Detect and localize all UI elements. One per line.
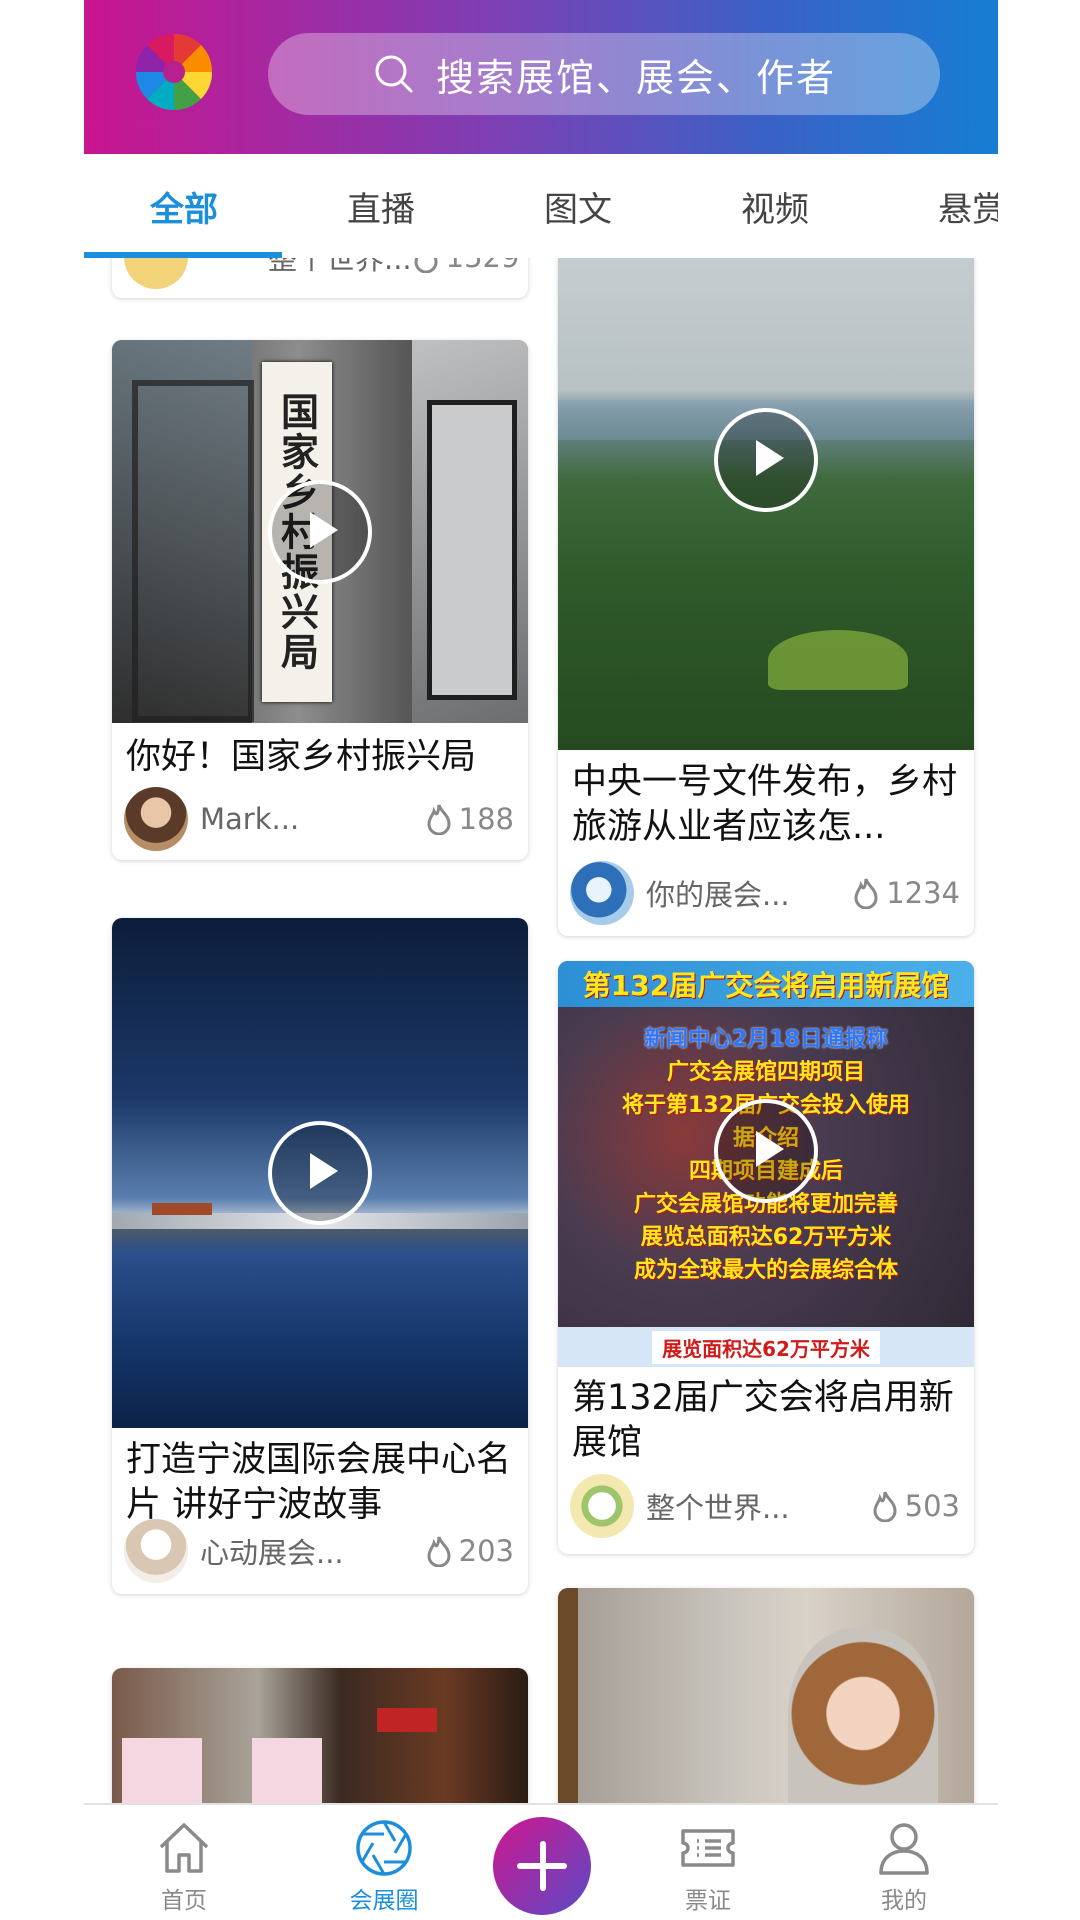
flame-icon [873,1491,897,1522]
author-name: 整个世界... [268,258,412,276]
search-icon [375,55,413,93]
feed-card[interactable]: 国家乡村振兴局 你好！国家乡村振兴局 Mark... 188 [112,340,528,860]
feed-card[interactable]: 第132届广交会将启用新展馆 新闻中心2月18日通报称 广交会展馆四期项目 将于… [558,961,974,1554]
play-icon[interactable] [714,408,818,512]
right-margin [998,0,1080,1920]
search-bar[interactable]: 搜索展馆、展会、作者 [268,33,940,115]
flame-icon [854,878,878,909]
author-name: 整个世界... [646,1491,790,1525]
hot-count: 503 [871,1489,960,1523]
author-avatar [124,787,188,851]
author-avatar [570,1474,634,1538]
user-icon [879,1823,929,1875]
card-title: 中央一号文件发布，乡村旅游从业者应该怎... [572,762,958,847]
card-title: 第132届广交会将启用新展馆 [572,1378,954,1463]
pinwheel-logo[interactable] [132,30,216,114]
flame-icon [414,258,438,273]
author-avatar [124,258,188,289]
hot-count: 1234 [852,876,960,910]
author-avatar [124,1519,188,1583]
play-icon[interactable] [714,1099,818,1203]
feed-card-partial[interactable]: 整个世界... 1529 [112,258,528,298]
nav-exhibition-circle[interactable]: 会展圈 [324,1817,444,1915]
author-name: Mark... [200,802,300,836]
feed-grid: 整个世界... 1529 国家乡村振兴局 你好！国家乡村振兴局 [84,258,998,1803]
card-thumbnail: 国家乡村振兴局 [112,340,528,723]
feed-card[interactable]: 中央一号文件发布，乡村旅游从业者应该怎... 你的展会... 1234 [558,258,974,936]
hot-count: 203 [425,1534,514,1568]
feed-card-partial[interactable] [112,1668,528,1803]
tab-live[interactable]: 直播 [281,154,481,258]
header-bar: 搜索展馆、展会、作者 [84,0,998,154]
home-icon [159,1823,209,1873]
tab-video[interactable]: 视频 [675,154,875,258]
card-thumbnail [558,1588,974,1803]
flame-icon [427,804,451,835]
card-thumbnail [112,1668,528,1803]
feed-card-partial[interactable] [558,1588,974,1803]
card-title: 你好！国家乡村振兴局 [126,737,477,777]
nav-mine[interactable]: 我的 [844,1817,964,1915]
card-thumbnail [112,918,528,1428]
tab-all[interactable]: 全部 [84,154,284,258]
author-name: 心动展会... [200,1536,344,1570]
nav-home[interactable]: 首页 [124,1817,244,1915]
left-margin [0,0,84,1920]
publish-plus-button[interactable] [493,1817,591,1915]
aperture-icon [356,1820,412,1876]
category-tabs: 全部 直播 图文 视频 悬赏 [84,154,998,260]
hot-count: 188 [425,802,514,836]
nav-tickets[interactable]: 票证 [648,1817,768,1915]
card-thumbnail [558,258,974,750]
search-placeholder: 搜索展馆、展会、作者 [435,55,836,100]
feed-card[interactable]: 打造宁波国际会展中心名片 讲好宁波故事 心动展会... 203 [112,918,528,1594]
hot-count: 1529 [412,258,519,274]
tab-bounty[interactable]: 悬赏 [872,154,998,258]
app-screen: 搜索展馆、展会、作者 全部 直播 图文 视频 悬赏 整个世界... 1529 [84,0,998,1920]
play-icon[interactable] [268,1121,372,1225]
card-thumbnail: 第132届广交会将启用新展馆 新闻中心2月18日通报称 广交会展馆四期项目 将于… [558,961,974,1367]
play-icon[interactable] [268,479,372,584]
tab-image-text[interactable]: 图文 [478,154,678,258]
author-name: 你的展会... [646,878,790,912]
flame-icon [427,1536,451,1567]
bottom-nav: 首页 会展圈 票证 我的 [84,1803,998,1920]
author-avatar [570,861,634,925]
ticket-icon [681,1829,735,1867]
card-title: 打造宁波国际会展中心名片 讲好宁波故事 [126,1440,512,1525]
